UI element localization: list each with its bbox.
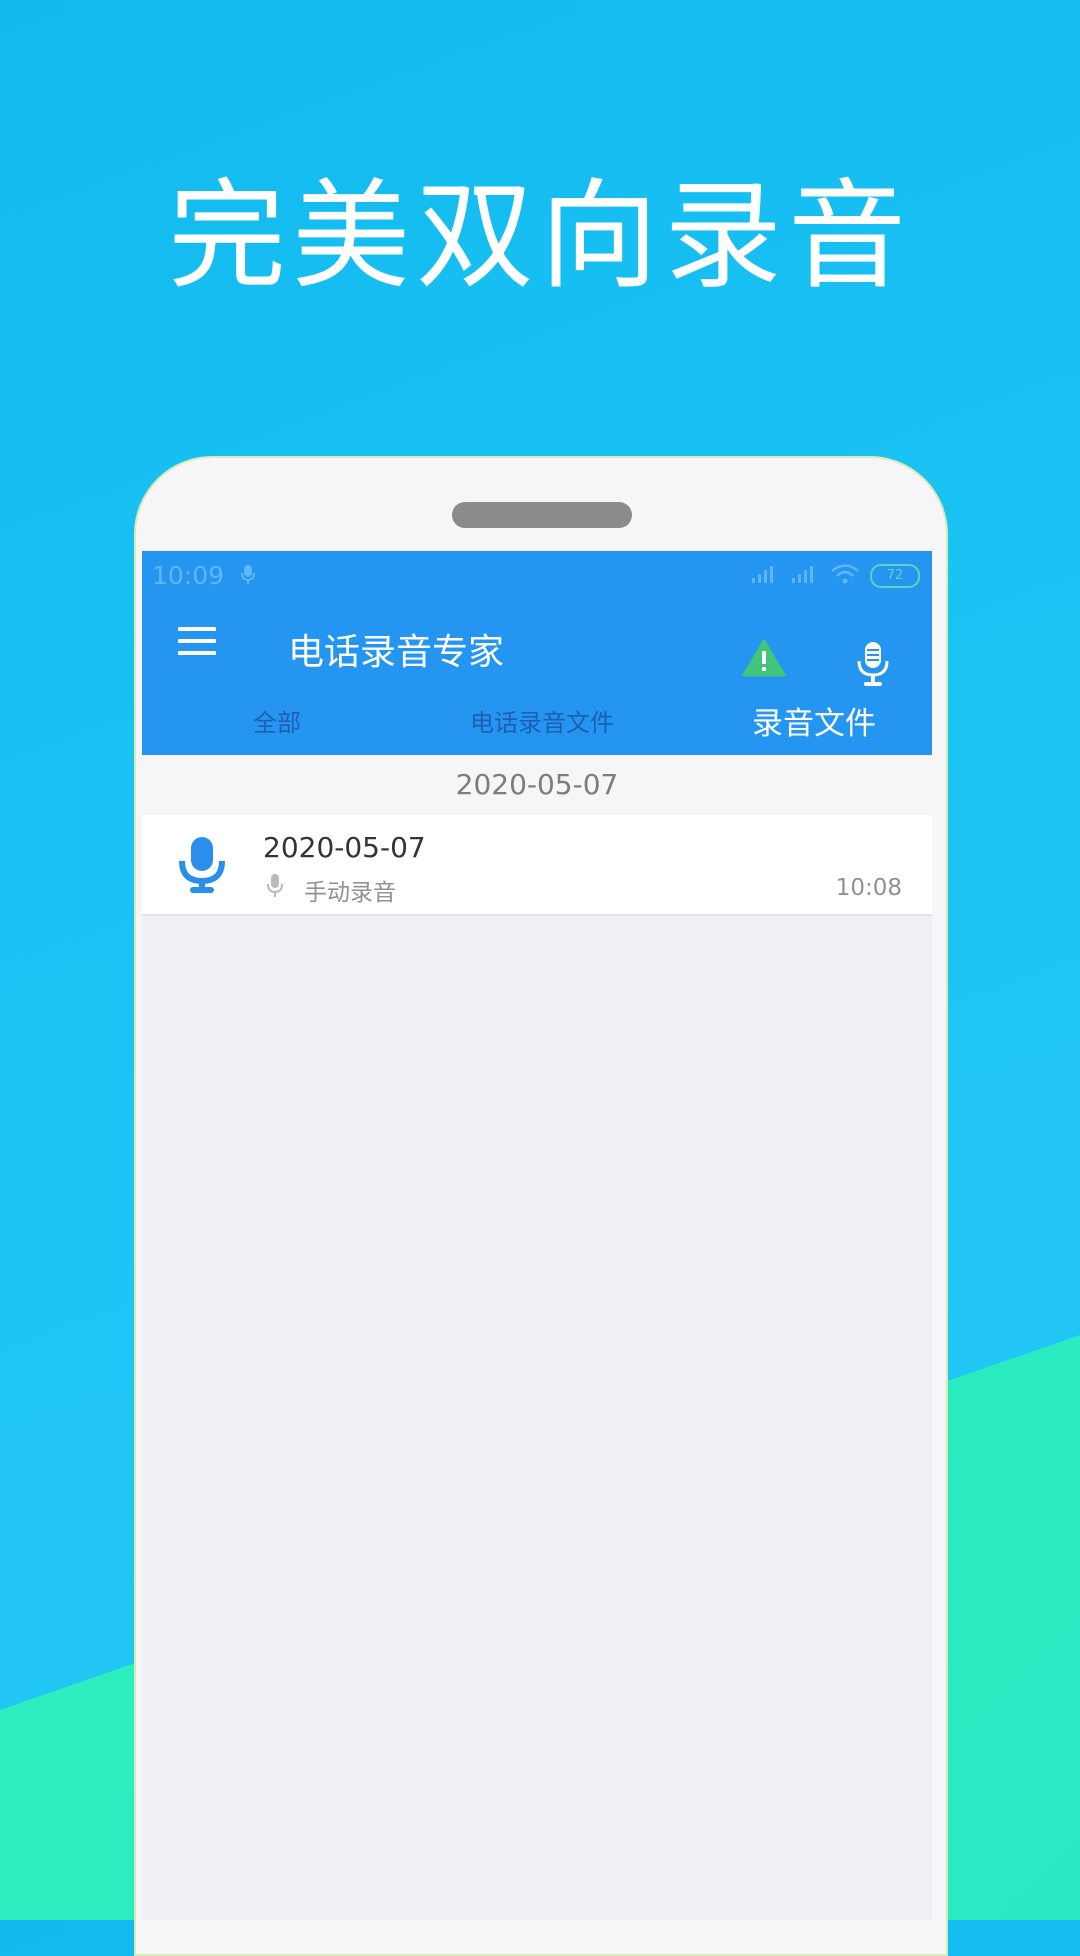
recording-time: 10:08 xyxy=(835,875,902,901)
phone-speaker xyxy=(452,502,632,528)
app-bar: 10:09 72 电话录音专家 全部 电话录音文件 录音文件 xyxy=(142,551,932,755)
status-mic-icon xyxy=(240,564,256,590)
date-group-header: 2020-05-07 xyxy=(142,755,932,815)
app-title: 电话录音专家 xyxy=(288,632,505,673)
status-bar: 10:09 72 xyxy=(142,551,932,601)
tab-all[interactable]: 全部 xyxy=(202,703,352,738)
status-time: 10:09 xyxy=(152,561,225,590)
battery-icon: 72 xyxy=(870,564,920,588)
microphone-icon xyxy=(178,835,226,899)
wifi-icon xyxy=(830,563,860,589)
list-item[interactable]: 2020-05-07 手动录音 10:08 xyxy=(142,815,932,916)
status-icons: 72 xyxy=(750,563,920,589)
small-microphone-icon xyxy=(266,873,284,903)
tab-recordings[interactable]: 录音文件 xyxy=(704,698,924,743)
menu-icon[interactable] xyxy=(178,627,216,663)
signal-icon xyxy=(750,564,780,588)
record-microphone-icon[interactable] xyxy=(856,641,890,691)
recording-title: 2020-05-07 xyxy=(263,831,426,864)
app-screen: 10:09 72 电话录音专家 全部 电话录音文件 录音文件 2020-05-0… xyxy=(142,551,932,1920)
tab-call-recordings[interactable]: 电话录音文件 xyxy=(442,703,642,738)
promo-headline: 完美双向录音 xyxy=(167,167,912,305)
recording-type: 手动录音 xyxy=(304,880,396,906)
signal-icon xyxy=(790,564,820,588)
warning-icon[interactable] xyxy=(742,639,786,681)
